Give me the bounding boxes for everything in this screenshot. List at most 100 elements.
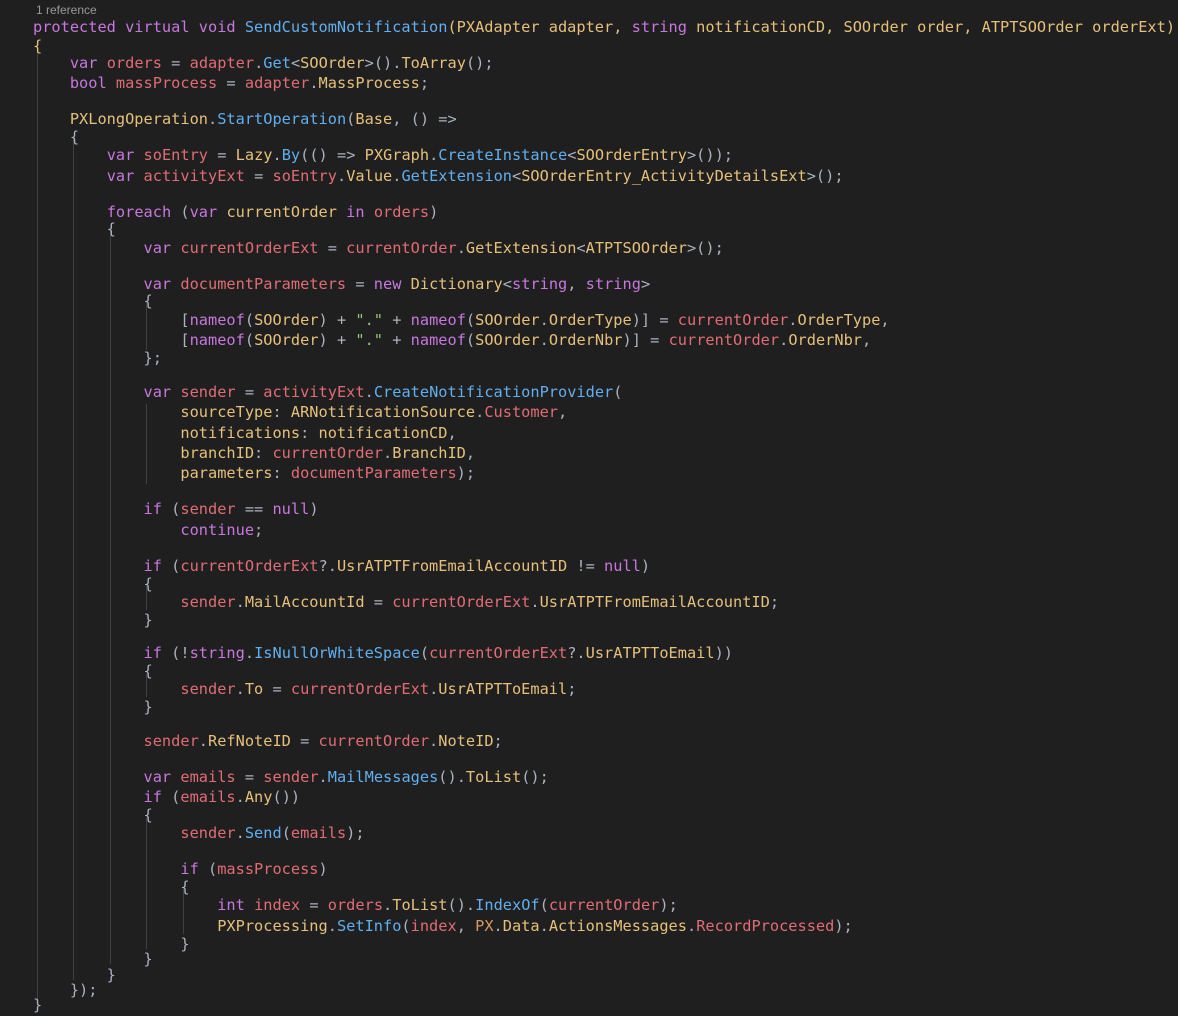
code-line[interactable]: parameters: documentParameters); [33, 463, 475, 483]
code-line[interactable]: continue; [33, 520, 263, 540]
code-token: var [143, 768, 172, 786]
code-token: currentOrderExt [290, 680, 430, 698]
code-line[interactable]: if (sender == null) [33, 499, 319, 519]
code-token: ( [244, 331, 255, 349]
code-line[interactable]: PXProcessing.SetInfo(index, PX.Data.Acti… [33, 916, 853, 936]
code-token: PXGraph [364, 146, 430, 164]
code-token: notifications [180, 424, 301, 442]
code-line[interactable]: var activityExt = soEntry.Value.GetExten… [33, 166, 844, 186]
code-line[interactable]: sender.MailAccountId = currentOrderExt.U… [33, 592, 779, 612]
codelens-references[interactable]: 1 reference [36, 3, 97, 17]
code-line[interactable]: var currentOrderExt = currentOrder.GetEx… [33, 238, 724, 258]
code-token: (() => [300, 146, 365, 164]
code-line[interactable]: int index = orders.ToList().IndexOf(curr… [33, 895, 678, 915]
code-line[interactable]: branchID: currentOrder.BranchID, [33, 443, 475, 463]
code-token: if [143, 500, 162, 518]
code-token: ; [419, 74, 430, 92]
code-token: string [585, 275, 641, 293]
code-token: if [180, 860, 199, 878]
code-line[interactable]: { [33, 291, 153, 311]
code-token: . [235, 680, 245, 698]
code-token: By [281, 146, 301, 164]
code-token: ( [161, 788, 181, 806]
code-token: } [33, 996, 43, 1014]
code-line[interactable]: } [33, 697, 153, 717]
code-token: adapter, [539, 18, 632, 36]
code-line[interactable]: } [33, 995, 42, 1015]
code-editor[interactable]: 1 reference protected virtual void SendC… [0, 0, 1178, 1016]
code-token: } [33, 698, 153, 716]
code-line[interactable]: { [33, 127, 79, 147]
code-line[interactable]: sender.RefNoteID = currentOrder.NoteID; [33, 731, 503, 751]
code-token: orders [327, 896, 384, 914]
code-token: string [631, 18, 687, 36]
code-line[interactable]: [nameof(SOOrder) + "." + nameof(SOOrder.… [33, 310, 889, 330]
code-line[interactable]: protected virtual void SendCustomNotific… [33, 17, 1175, 37]
code-token: emails [290, 824, 347, 842]
code-token: PX [475, 917, 494, 935]
code-line[interactable]: { [33, 219, 116, 239]
code-token: + [383, 311, 411, 329]
code-line[interactable]: { [33, 661, 153, 681]
code-token: ToList [392, 896, 448, 914]
code-line[interactable]: [nameof(SOOrder) + "." + nameof(SOOrder.… [33, 330, 871, 350]
code-token: ( [447, 18, 457, 36]
code-token: ; [567, 680, 577, 698]
code-line[interactable]: if (currentOrderExt?.UsrATPTFromEmailAcc… [33, 556, 651, 576]
code-token: , [456, 917, 476, 935]
code-line[interactable]: } [33, 610, 153, 630]
code-token: . [475, 403, 485, 421]
code-token: string [189, 644, 245, 662]
code-token: sourceType [180, 403, 273, 421]
code-token: adapter [244, 74, 310, 92]
code-token: currentOrderExt [429, 644, 568, 662]
code-line[interactable]: sender.To = currentOrderExt.UsrATPTToEma… [33, 679, 576, 699]
code-line[interactable]: if (!string.IsNullOrWhiteSpace(currentOr… [33, 643, 733, 663]
code-line[interactable]: }; [33, 348, 162, 368]
code-line[interactable]: }); [33, 980, 98, 1000]
code-line[interactable]: notifications: notificationCD, [33, 423, 456, 443]
code-line[interactable]: bool massProcess = adapter.MassProcess; [33, 73, 429, 93]
code-token: SOOrder [254, 331, 319, 349]
code-token: ( [401, 917, 411, 935]
code-token: Lazy [235, 146, 273, 164]
code-token: . [198, 732, 208, 750]
code-line[interactable]: sourceType: ARNotificationSource.Custome… [33, 402, 567, 422]
code-token: ( [539, 896, 549, 914]
code-token: . [272, 146, 282, 164]
code-token: SOOrder [254, 311, 319, 329]
code-token: Dictionary [410, 275, 503, 293]
code-line[interactable]: { [33, 805, 153, 825]
code-token: RecordProcessed [696, 917, 835, 935]
code-line[interactable]: { [33, 574, 153, 594]
code-token: string [511, 275, 568, 293]
code-token: foreach [106, 203, 172, 221]
code-token: , [567, 275, 586, 293]
code-line[interactable]: PXLongOperation.StartOperation(Base, () … [33, 109, 457, 129]
code-token: SOOrderEntry [576, 146, 687, 164]
code-line[interactable]: if (massProcess) [33, 859, 327, 879]
code-line[interactable]: var orders = adapter.Get<SOOrder>().ToAr… [33, 53, 494, 73]
code-line[interactable]: var soEntry = Lazy.By(() => PXGraph.Crea… [33, 145, 733, 165]
code-line[interactable]: { [33, 877, 189, 897]
code-token: . [779, 331, 789, 349]
code-line[interactable]: sender.Send(emails); [33, 823, 364, 843]
code-token: GetExtension [465, 239, 577, 257]
code-token: )] = [622, 331, 669, 349]
code-token: = [364, 593, 393, 611]
code-token: ) [640, 557, 651, 575]
code-line[interactable]: var emails = sender.MailMessages().ToLis… [33, 767, 549, 787]
code-token: < [576, 239, 586, 257]
code-line[interactable]: if (emails.Any()) [33, 787, 301, 807]
code-token: = [244, 167, 273, 185]
code-line[interactable]: var sender = activityExt.CreateNotificat… [33, 382, 623, 402]
code-token: SOOrder [843, 18, 908, 36]
code-token: UsrATPTFromEmailAccountID [336, 557, 568, 575]
code-token: emails [180, 768, 236, 786]
code-token: sender [180, 680, 236, 698]
